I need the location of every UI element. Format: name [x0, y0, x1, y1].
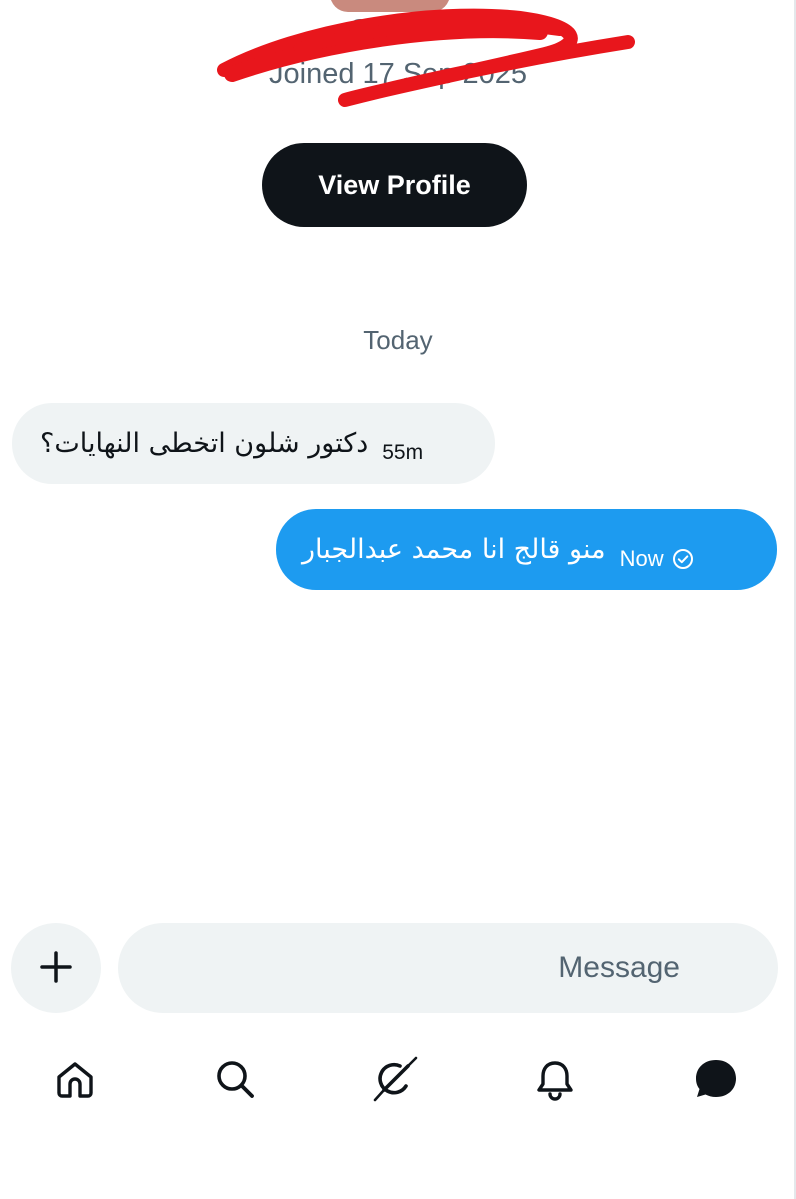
add-media-button[interactable]	[11, 923, 101, 1013]
check-circle-icon	[672, 548, 694, 570]
nav-search[interactable]	[195, 1040, 275, 1120]
home-icon	[53, 1057, 97, 1104]
outgoing-message-bubble[interactable]: منو قالج انا محمد عبدالجبار Now	[276, 509, 777, 590]
dm-conversation-screen: @...y2?? Joined 17 Sep 2025 View Profile…	[0, 0, 796, 1199]
nav-grok[interactable]	[355, 1040, 435, 1120]
message-text: منو قالج انا محمد عبدالجبار	[302, 534, 606, 565]
chat-icon	[691, 1055, 739, 1106]
message-meta: Now	[620, 546, 694, 572]
message-timestamp: 55m	[382, 440, 424, 464]
view-profile-button[interactable]: View Profile	[262, 143, 527, 227]
profile-handle: @...y2??	[345, 14, 451, 44]
plus-icon	[38, 949, 74, 988]
nav-notifications[interactable]	[515, 1040, 595, 1120]
nav-messages[interactable]	[675, 1040, 755, 1120]
avatar[interactable]	[330, 0, 450, 12]
bottom-nav	[0, 1040, 796, 1120]
message-input[interactable]	[118, 923, 778, 1013]
incoming-message-bubble[interactable]: دكتور شلون اتخطى النهايات؟ 55m	[12, 403, 495, 484]
bell-icon	[533, 1057, 577, 1104]
grok-icon	[370, 1054, 420, 1107]
message-timestamp: Now	[619, 545, 664, 571]
date-separator: Today	[363, 325, 433, 355]
nav-home[interactable]	[35, 1040, 115, 1120]
search-icon	[213, 1057, 257, 1104]
message-text: دكتور شلون اتخطى النهايات؟	[40, 428, 369, 459]
joined-date: Joined 17 Sep 2025	[269, 58, 527, 90]
